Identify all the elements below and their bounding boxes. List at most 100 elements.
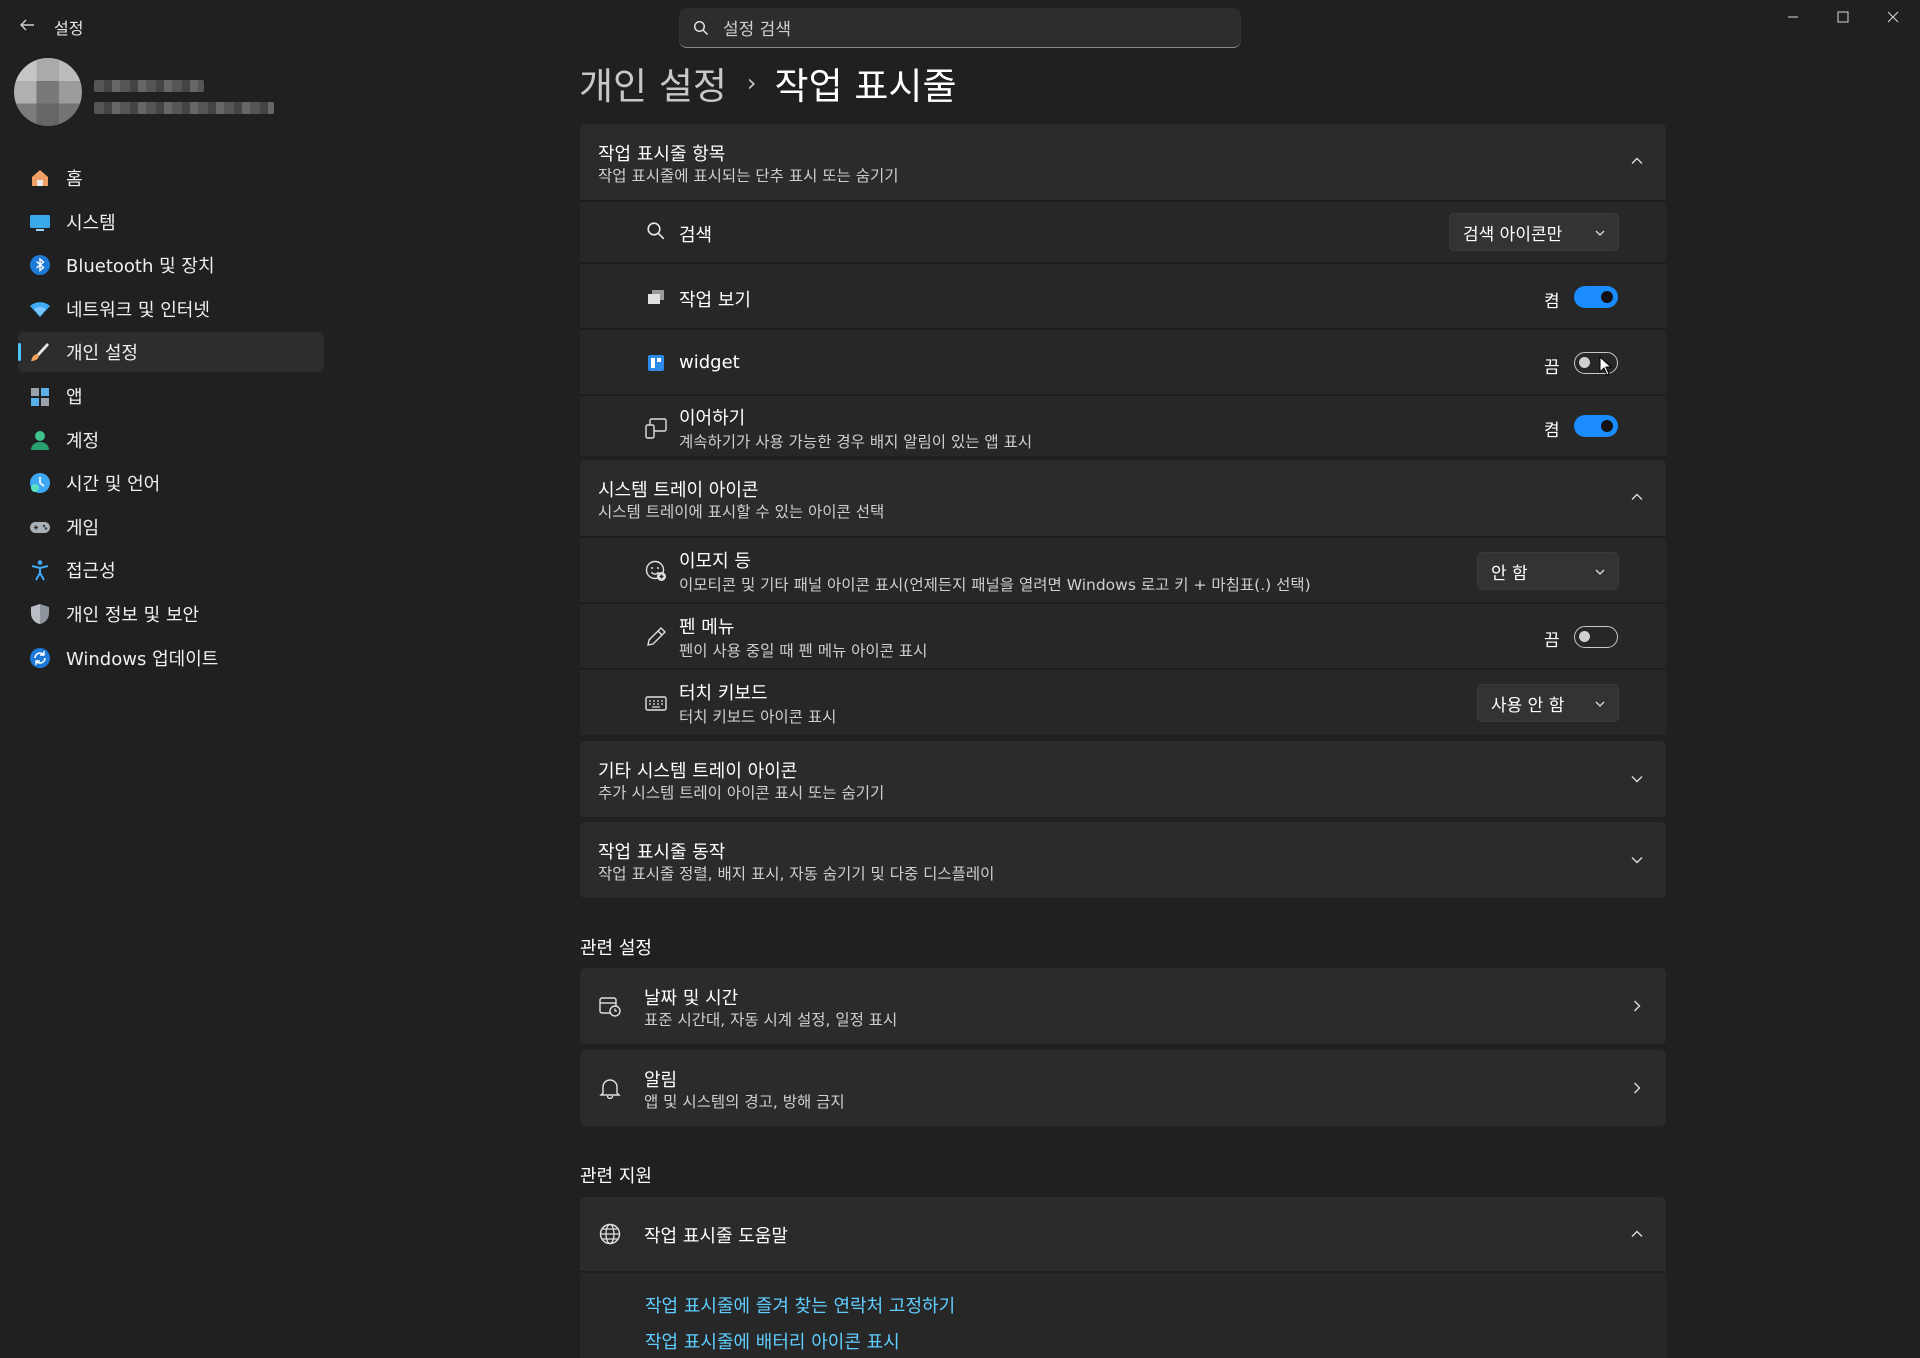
chevron-up-icon bbox=[1631, 1230, 1643, 1237]
chevron-up-icon bbox=[1631, 493, 1643, 500]
sidebar-item-label: 개인 설정 bbox=[66, 343, 138, 365]
notifications-link[interactable]: 알림 앱 및 시스템의 경고, 방해 금지 bbox=[580, 1050, 1666, 1126]
row-description: 터치 키보드 아이콘 표시 bbox=[679, 708, 837, 726]
taskbar-behaviors-section[interactable]: 작업 표시줄 동작 작업 표시줄 정렬, 배지 표시, 자동 숨기기 및 다중 … bbox=[580, 822, 1666, 898]
toggle-state-label: 끔 bbox=[1544, 631, 1560, 651]
search-icon bbox=[693, 20, 709, 35]
update-icon bbox=[28, 646, 52, 670]
touch-keyboard-dropdown[interactable]: 사용 안 함 bbox=[1477, 684, 1619, 722]
sidebar-item-label: Bluetooth 및 장치 bbox=[66, 256, 215, 278]
bell-icon bbox=[598, 1076, 622, 1100]
sidebar-item-windows-update[interactable]: Windows 업데이트 bbox=[18, 638, 324, 678]
brush-icon bbox=[28, 340, 52, 364]
help-link-battery-icon[interactable]: 작업 표시줄에 배터리 아이콘 표시 bbox=[645, 1328, 900, 1354]
chevron-up-icon bbox=[1631, 157, 1643, 164]
sidebar-item-time-language[interactable]: 시간 및 언어 bbox=[18, 463, 324, 503]
taskbar-help-header[interactable]: 작업 표시줄 도움말 bbox=[580, 1197, 1666, 1271]
link-subtitle: 앱 및 시스템의 경고, 방해 금지 bbox=[644, 1093, 845, 1111]
sidebar-item-label: 개인 정보 및 보안 bbox=[66, 604, 200, 626]
related-settings-heading: 관련 설정 bbox=[580, 938, 652, 959]
taskbar-items-header[interactable]: 작업 표시줄 항목 작업 표시줄에 표시되는 단추 표시 또는 숨기기 bbox=[580, 124, 1666, 200]
sidebar-item-label: Windows 업데이트 bbox=[66, 648, 219, 670]
globe-icon bbox=[598, 1222, 622, 1246]
minimize-button[interactable] bbox=[1768, 0, 1818, 34]
user-email-redacted bbox=[94, 102, 274, 114]
sidebar-item-personalization[interactable]: 개인 설정 bbox=[18, 332, 324, 373]
toggle-state-label: 끔 bbox=[1544, 358, 1560, 378]
search-input[interactable]: 설정 검색 bbox=[679, 8, 1241, 48]
related-support-heading: 관련 지원 bbox=[580, 1166, 652, 1187]
link-subtitle: 표준 시간대, 자동 시계 설정, 일정 표시 bbox=[644, 1011, 898, 1029]
apps-icon bbox=[28, 384, 52, 408]
wifi-icon bbox=[28, 297, 52, 321]
link-title: 날짜 및 시간 bbox=[644, 988, 739, 1009]
minimize-icon bbox=[1788, 16, 1798, 18]
emoji-row: 이모지 등 이모티콘 및 기타 패널 아이콘 표시(언제든지 패널을 열려면 W… bbox=[580, 536, 1666, 602]
row-label: 펜 메뉴 bbox=[679, 617, 735, 638]
breadcrumb-parent[interactable]: 개인 설정 bbox=[579, 56, 727, 110]
toggle-state-label: 켬 bbox=[1544, 292, 1560, 312]
link-title: 알림 bbox=[644, 1070, 678, 1091]
title-bar: 설정 설정 검색 bbox=[0, 0, 1920, 50]
bluetooth-icon bbox=[28, 253, 52, 277]
section-subtitle: 작업 표시줄에 표시되는 단추 표시 또는 숨기기 bbox=[598, 167, 899, 185]
close-button[interactable] bbox=[1868, 0, 1918, 34]
chevron-down-icon bbox=[1595, 230, 1605, 236]
sidebar-item-label: 네트워크 및 인터넷 bbox=[66, 299, 210, 321]
shield-icon bbox=[28, 602, 52, 626]
sidebar-item-network[interactable]: 네트워크 및 인터넷 bbox=[18, 289, 324, 329]
time-language-icon bbox=[28, 471, 52, 495]
system-icon bbox=[28, 210, 52, 234]
taskbar-items-section: 작업 표시줄 항목 작업 표시줄에 표시되는 단추 표시 또는 숨기기 검색 검… bbox=[580, 124, 1666, 456]
user-name-redacted bbox=[94, 80, 204, 92]
back-arrow-icon bbox=[20, 19, 34, 31]
sidebar-item-gaming[interactable]: 게임 bbox=[18, 507, 324, 547]
emoji-visibility-dropdown[interactable]: 안 함 bbox=[1477, 552, 1619, 590]
task-view-toggle[interactable] bbox=[1574, 286, 1618, 308]
task-view-row: 작업 보기 켬 bbox=[580, 262, 1666, 328]
sidebar-item-accessibility[interactable]: 접근성 bbox=[18, 550, 324, 590]
dropdown-value: 사용 안 함 bbox=[1491, 695, 1565, 716]
avatar bbox=[14, 58, 82, 126]
account-icon bbox=[28, 428, 52, 452]
dropdown-value: 안 함 bbox=[1491, 563, 1528, 584]
sidebar-item-bluetooth[interactable]: Bluetooth 및 장치 bbox=[18, 245, 324, 285]
taskbar-search-row: 검색 검색 아이콘만 bbox=[580, 200, 1666, 262]
help-link-pin-contacts[interactable]: 작업 표시줄에 즐겨 찾는 연락처 고정하기 bbox=[645, 1292, 955, 1318]
sidebar-item-apps[interactable]: 앱 bbox=[18, 376, 324, 416]
widget-row: widget 끔 bbox=[580, 328, 1666, 394]
row-label: 검색 bbox=[679, 225, 713, 246]
section-title: 작업 표시줄 항목 bbox=[598, 144, 726, 165]
sidebar-item-label: 계정 bbox=[66, 430, 100, 452]
row-description: 계속하기가 사용 가능한 경우 배지 알림이 있는 앱 표시 bbox=[679, 433, 1033, 451]
toggle-state-label: 켬 bbox=[1544, 421, 1560, 441]
breadcrumb-separator: › bbox=[746, 69, 757, 97]
row-description: 이모티콘 및 기타 패널 아이콘 표시(언제든지 패널을 열려면 Windows… bbox=[679, 576, 1311, 594]
back-button[interactable] bbox=[14, 12, 40, 38]
sidebar-item-label: 접근성 bbox=[66, 561, 116, 583]
home-icon bbox=[28, 166, 52, 190]
search-mode-dropdown[interactable]: 검색 아이콘만 bbox=[1449, 213, 1619, 251]
pen-menu-toggle[interactable] bbox=[1574, 626, 1618, 648]
system-tray-header[interactable]: 시스템 트레이 아이콘 시스템 트레이에 표시할 수 있는 아이콘 선택 bbox=[580, 460, 1666, 536]
chevron-down-icon bbox=[1631, 857, 1643, 864]
emoji-icon bbox=[644, 559, 668, 583]
sidebar-item-system[interactable]: 시스템 bbox=[18, 202, 324, 242]
continue-toggle[interactable] bbox=[1574, 415, 1618, 437]
sidebar-item-label: 홈 bbox=[66, 169, 83, 190]
chevron-down-icon bbox=[1595, 701, 1605, 707]
maximize-button[interactable] bbox=[1818, 0, 1868, 34]
sidebar-item-home[interactable]: 홈 bbox=[18, 158, 324, 198]
sidebar-item-privacy[interactable]: 개인 정보 및 보안 bbox=[18, 594, 324, 634]
sidebar-item-accounts[interactable]: 계정 bbox=[18, 420, 324, 460]
search-placeholder: 설정 검색 bbox=[723, 20, 791, 40]
row-description: 펜이 사용 중일 때 펜 메뉴 아이콘 표시 bbox=[679, 642, 928, 660]
continue-row: 이어하기 계속하기가 사용 가능한 경우 배지 알림이 있는 앱 표시 켬 bbox=[580, 394, 1666, 456]
date-time-link[interactable]: 날짜 및 시간 표준 시간대, 자동 시계 설정, 일정 표시 bbox=[580, 968, 1666, 1044]
mouse-cursor-icon bbox=[1599, 356, 1613, 376]
sidebar-item-label: 시스템 bbox=[66, 212, 116, 234]
section-title: 작업 표시줄 도움말 bbox=[644, 1226, 788, 1247]
other-tray-icons-section[interactable]: 기타 시스템 트레이 아이콘 추가 시스템 트레이 아이콘 표시 또는 숨기기 bbox=[580, 741, 1666, 817]
section-title: 기타 시스템 트레이 아이콘 bbox=[598, 761, 798, 782]
section-title: 작업 표시줄 동작 bbox=[598, 842, 726, 863]
